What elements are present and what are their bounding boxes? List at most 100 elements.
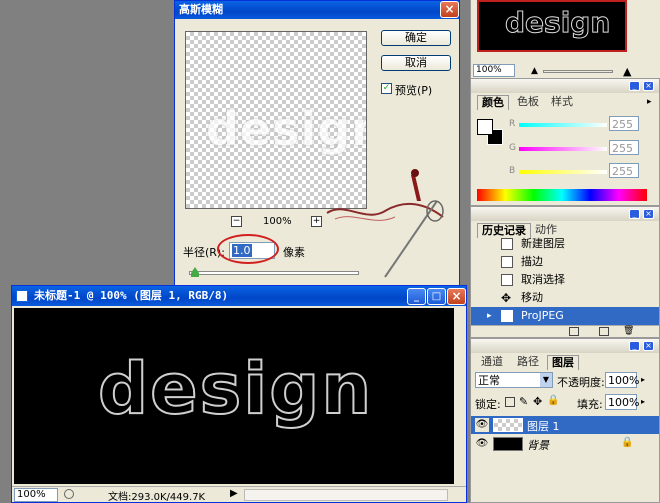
color-panel-menu-icon[interactable]: ▸ [647,97,652,107]
color-panel-minimize-button[interactable]: _ [629,81,640,91]
close-button[interactable]: × [447,288,466,305]
radius-highlight-ellipse [217,234,279,264]
layers-minimize-button[interactable]: _ [629,341,640,351]
layers-close-button[interactable]: × [643,341,654,351]
history-item[interactable]: 取消选择 [471,271,659,289]
chevron-down-icon: ▼ [540,373,552,387]
history-close-button[interactable]: × [643,209,654,219]
canvas[interactable]: design [14,308,454,484]
b-label: B [509,166,516,176]
navigator-thumb-text: design [504,6,611,40]
tab-channels[interactable]: 通道 [477,355,507,370]
zoom-field[interactable]: 100% [14,488,58,502]
layer-thumbnail [493,437,523,451]
dialog-close-button[interactable]: × [440,1,459,18]
status-menu-arrow-icon[interactable]: ▶ [230,488,238,499]
fill-menu-icon[interactable]: ▸ [641,397,645,406]
tab-swatches[interactable]: 色板 [513,95,543,110]
horizontal-scrollbar[interactable] [244,489,448,501]
r-label: R [509,119,516,129]
new-document-icon[interactable] [599,327,609,336]
tab-styles[interactable]: 样式 [547,95,577,110]
g-label: G [509,143,516,153]
eye-icon[interactable]: 👁 [475,418,489,432]
zoom-in-button[interactable]: + [311,216,322,227]
b-value[interactable]: 255 [609,163,639,178]
maximize-button[interactable]: □ [427,288,446,305]
fill-label: 填充: [577,398,603,411]
eye-icon[interactable]: 👁 [475,437,489,451]
color-panel: _ × 颜色 色板 样式 ▸ R 255 G 255 B 255 [470,78,660,206]
history-item[interactable]: ✥ 移动 [471,289,659,307]
history-item[interactable]: 新建图层 [471,235,659,253]
lock-all-icon[interactable]: 🔒 [547,395,559,406]
color-spectrum-bar[interactable] [477,189,647,201]
radius-slider-thumb[interactable] [191,267,199,277]
zoom-level: 100% [263,216,292,227]
nav-zoom-out-icon[interactable]: ▲ [531,66,538,76]
color-panel-close-button[interactable]: × [643,81,654,91]
ok-button[interactable]: 确定 [381,30,451,46]
opacity-label: 不透明度: [557,376,605,389]
r-value[interactable]: 255 [609,116,639,131]
blend-mode-select[interactable]: 正常 ▼ [475,372,553,388]
history-item-label: 描边 [521,255,543,268]
layers-panel: _ × 通道 路径 图层 正常 ▼ 不透明度: 100% ▸ 锁定: ✎ ✥ 🔒… [470,338,660,503]
lock-pixels-icon[interactable]: ✎ [519,395,528,408]
new-snapshot-icon[interactable] [569,327,579,336]
tab-layers[interactable]: 图层 [547,355,579,370]
preview-checkbox[interactable]: ✓ [381,83,392,94]
document-window: 未标题-1 @ 100% (图层 1, RGB/8) _ □ × design … [11,285,467,503]
history-step-icon [501,256,513,268]
g-value[interactable]: 255 [609,140,639,155]
nav-zoom-in-icon[interactable]: ▲ [623,65,631,78]
g-slider[interactable] [519,147,607,151]
trash-icon[interactable]: 🗑 [623,326,634,336]
r-slider[interactable] [519,123,607,127]
status-indicator-icon [64,489,74,499]
tab-paths[interactable]: 路径 [513,355,543,370]
status-bar: 100% 文档:293.0K/449.7K ▶ [12,486,466,503]
cancel-button[interactable]: 取消 [381,55,451,71]
lock-label: 锁定: [475,398,501,411]
history-toolbar: 🗑 [471,325,659,337]
radius-unit: 像素 [283,246,305,259]
history-item-label: 新建图层 [521,237,565,250]
layer-name: 背景 [527,439,549,452]
preview-label[interactable]: 预览(P) [395,82,432,98]
opacity-input[interactable]: 100% [605,372,639,388]
doc-info[interactable]: 文档:293.0K/449.7K [108,488,205,503]
document-title: 未标题-1 @ 100% (图层 1, RGB/8) [34,289,229,302]
zoom-out-button[interactable]: − [231,216,242,227]
document-titlebar[interactable]: 未标题-1 @ 100% (图层 1, RGB/8) [12,286,466,306]
layer-thumbnail [493,418,523,432]
foreground-color-swatch[interactable] [477,119,493,135]
history-item-label: 移动 [521,291,543,304]
fill-input[interactable]: 100% [605,394,639,410]
history-step-icon [501,238,513,250]
history-state-marker-icon: ▸ [487,311,492,321]
history-minimize-button[interactable]: _ [629,209,640,219]
b-slider[interactable] [519,170,607,174]
lock-position-icon[interactable]: ✥ [533,395,542,408]
opacity-menu-icon[interactable]: ▸ [641,375,645,384]
tab-color[interactable]: 颜色 [477,95,509,110]
lock-icon: 🔒 [621,437,634,448]
preview-text: design [206,102,366,156]
lock-transparency-icon[interactable] [505,397,515,407]
ps-document-icon [16,290,28,302]
dialog-titlebar[interactable]: 高斯模糊 [175,1,459,19]
move-tool-icon: ✥ [501,291,512,305]
minimize-button[interactable]: _ [407,288,426,305]
dialog-title: 高斯模糊 [179,3,223,16]
navigator-thumbnail[interactable]: design [477,0,627,52]
navigator-zoom-slider[interactable] [543,70,613,73]
navigator-zoom-field[interactable]: 100% [473,64,515,77]
history-item-selected[interactable]: ▸ ProJPEG [471,307,659,325]
history-item-label: ProJPEG [521,309,564,322]
history-item[interactable]: 描边 [471,253,659,271]
layer-row[interactable]: 👁 图层 1 [471,416,659,434]
layer-row[interactable]: 👁 背景 🔒 [471,435,659,453]
canvas-design-text: design [97,347,374,431]
pen-stamp-illustration [326,169,444,278]
